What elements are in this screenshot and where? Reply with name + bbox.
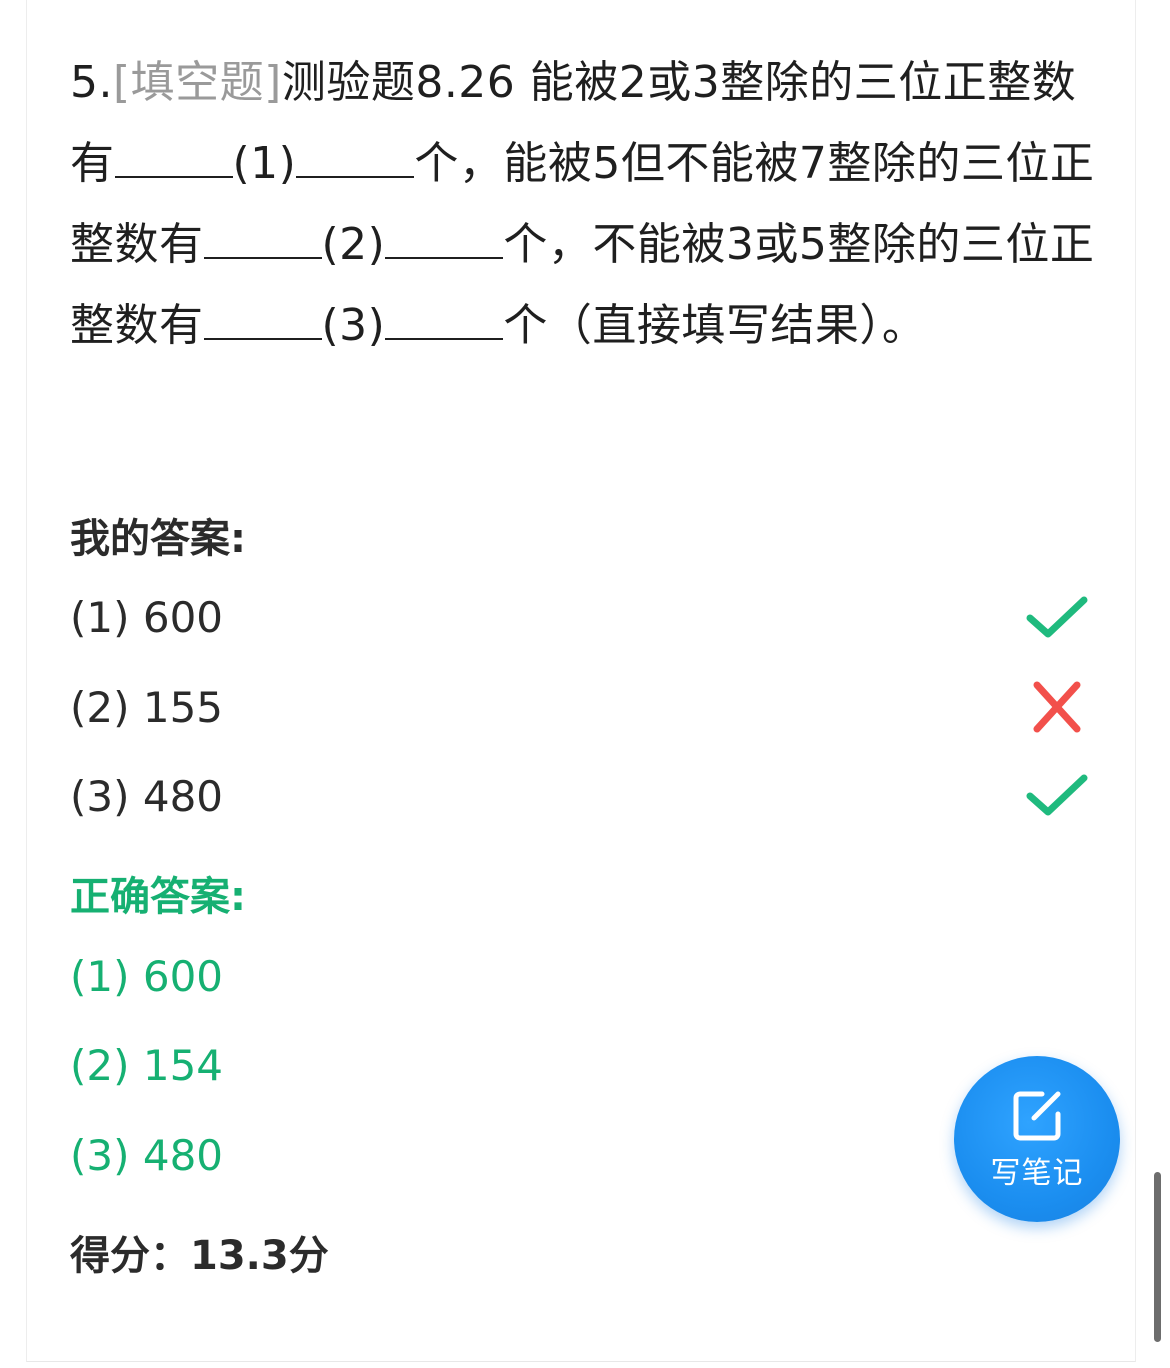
scrollbar[interactable] [1154, 1172, 1161, 1342]
correct-answer-3: (3) 480 [70, 1131, 224, 1180]
write-note-label: 写笔记 [990, 1156, 1084, 1191]
write-note-button[interactable]: 写笔记 [954, 1056, 1120, 1222]
my-answer-1: (1) 600 [70, 593, 224, 642]
check-icon [1026, 774, 1088, 816]
blank-3: (3) [203, 285, 504, 366]
correct-answer-title: 正确答案: [70, 874, 246, 920]
correct-answer-2: (2) 154 [70, 1041, 224, 1090]
score-text: 得分：13.3分 [70, 1233, 329, 1279]
cross-icon [1033, 681, 1081, 733]
blank-1: (1) [114, 123, 415, 204]
question-number: 5. [70, 57, 113, 108]
question-text: 5.[填空题]测验题8.26 能被2或3整除的三位正整数有 (1) 个，能被5但不能… [70, 42, 1110, 366]
question-type-tag: [填空题] [112, 57, 282, 108]
my-answer-title: 我的答案: [70, 516, 246, 562]
blank-2: (2) [203, 204, 504, 285]
edit-note-icon [1013, 1091, 1061, 1141]
question-text-part4: 个（直接填写结果）。 [503, 300, 927, 351]
blank-1-label: (1) [232, 138, 297, 189]
my-answer-2: (2) 155 [70, 683, 224, 732]
check-icon [1026, 596, 1088, 638]
correct-answer-1: (1) 600 [70, 952, 224, 1001]
blank-3-label: (3) [321, 300, 386, 351]
my-answer-3: (3) 480 [70, 772, 224, 821]
blank-2-label: (2) [321, 219, 386, 270]
